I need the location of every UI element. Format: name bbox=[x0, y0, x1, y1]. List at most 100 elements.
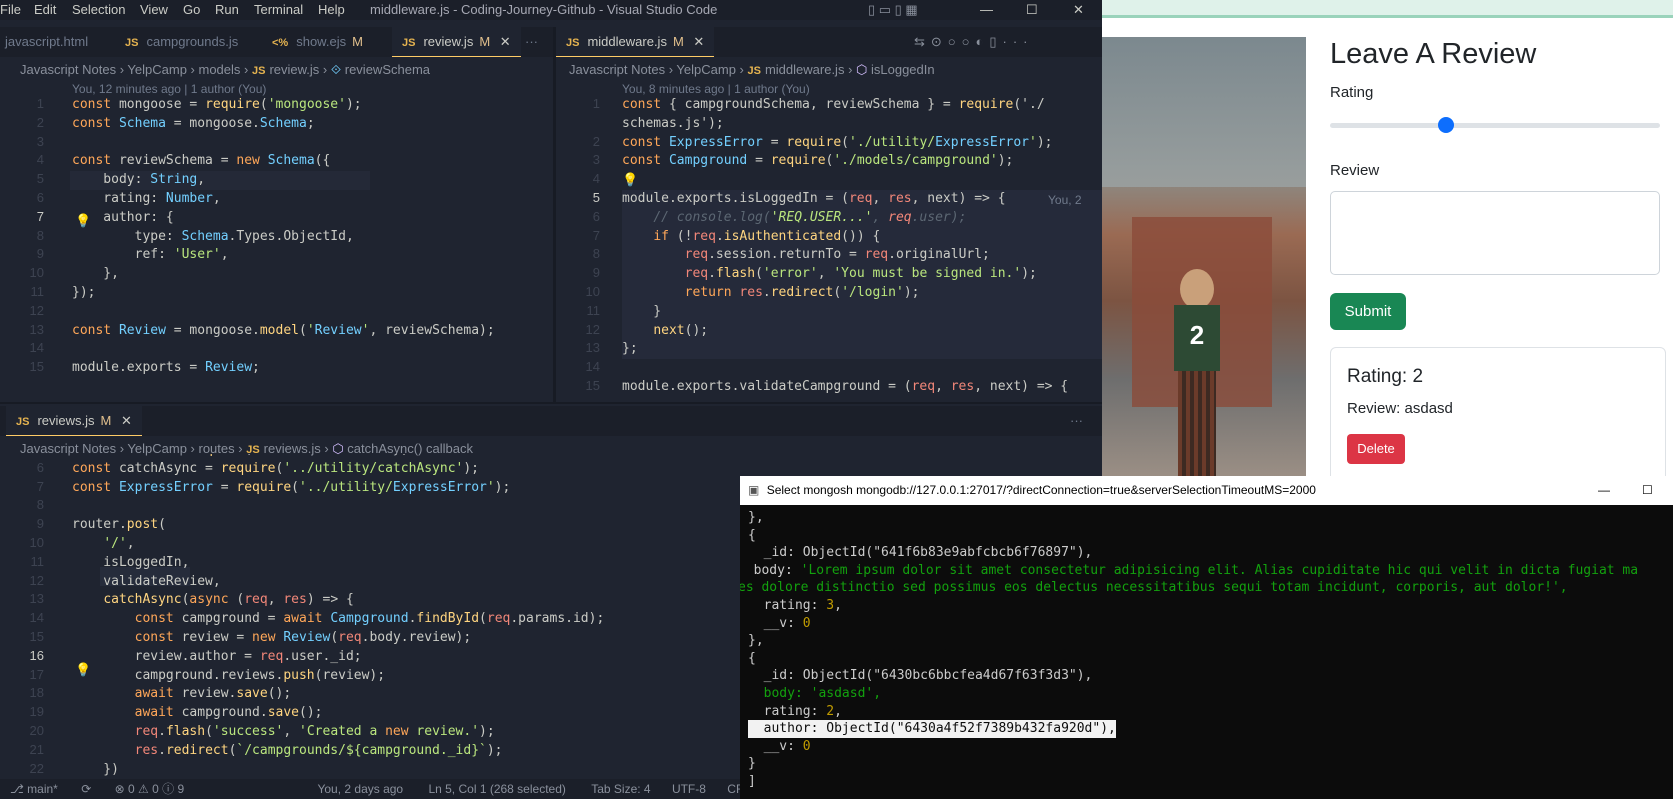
codelens-blame[interactable]: You, 8 minutes ago | 1 author (You) bbox=[622, 82, 810, 96]
rating-slider[interactable] bbox=[1330, 117, 1660, 133]
breadcrumb-item[interactable]: isLoggedIn bbox=[871, 62, 935, 77]
code-line[interactable]: const { campgroundSchema, reviewSchema }… bbox=[622, 96, 1068, 115]
more-actions-icon[interactable]: ··· bbox=[515, 27, 548, 57]
breadcrumb-item[interactable]: reviewSchema bbox=[345, 62, 430, 77]
code-line[interactable]: const catchAsync = require('../utility/c… bbox=[72, 460, 604, 479]
minimize-icon[interactable]: — bbox=[980, 2, 993, 17]
breadcrumb-item[interactable]: Javascript Notes bbox=[20, 62, 116, 77]
menu-go[interactable]: Go bbox=[183, 2, 200, 17]
close-tab-icon[interactable]: ✕ bbox=[121, 413, 132, 428]
code-line[interactable]: const campground = await Campground.find… bbox=[72, 610, 605, 629]
code-line[interactable] bbox=[72, 340, 495, 359]
code-line[interactable]: '/', bbox=[72, 535, 604, 554]
code-line[interactable]: type: Schema.Types.ObjectId, bbox=[72, 228, 495, 247]
code-line[interactable]: const Schema = mongoose.Schema; bbox=[72, 115, 495, 134]
code-line[interactable]: await review.save(); bbox=[72, 685, 604, 704]
code-line[interactable] bbox=[72, 134, 495, 153]
code-line[interactable]: const reviewSchema = new Schema({ bbox=[72, 152, 495, 171]
codelens-blame[interactable]: You, 12 minutes ago | 1 author (You) bbox=[72, 82, 266, 96]
code-text[interactable]: const Review = require('../models/review… bbox=[72, 454, 604, 779]
menu-terminal[interactable]: Terminal bbox=[254, 2, 303, 17]
code-line[interactable] bbox=[72, 303, 495, 322]
menu-file[interactable]: File bbox=[0, 2, 21, 17]
terminal-output[interactable]: },{ _id: ObjectId("641f6b83e9abfcbcb6f76… bbox=[740, 505, 1673, 799]
close-tab-icon[interactable]: ✕ bbox=[693, 34, 704, 49]
code-line[interactable]: campground.reviews.push(review); bbox=[72, 667, 604, 686]
breadcrumb-item[interactable]: YelpCamp bbox=[127, 62, 187, 77]
lightbulb-icon[interactable]: 💡 bbox=[75, 213, 91, 229]
code-line[interactable]: module.exports.validateCampground = (req… bbox=[622, 378, 1068, 397]
code-line[interactable]: }) bbox=[72, 761, 604, 779]
code-line[interactable]: body: String, bbox=[72, 171, 495, 190]
slider-thumb[interactable] bbox=[1437, 117, 1454, 133]
mongosh-terminal[interactable]: ▣ Select mongosh mongodb://127.0.0.1:270… bbox=[740, 476, 1673, 799]
code-line[interactable]: catchAsync(async (req, res) => { bbox=[72, 591, 604, 610]
breadcrumb-item[interactable]: YelpCamp bbox=[676, 62, 736, 77]
delete-button[interactable]: Delete bbox=[1347, 434, 1405, 464]
code-line[interactable]: schemas.js'); bbox=[622, 115, 1068, 134]
layout-toggle-icons[interactable]: ▯ ▭ ▯ ▦ bbox=[868, 2, 918, 18]
code-line[interactable]: ref: 'User', bbox=[72, 246, 495, 265]
code-line[interactable]: // console.log('REQ.USER...', req.user); bbox=[622, 209, 1068, 228]
tab-review-js[interactable]: JS review.js M ✕ bbox=[392, 27, 521, 57]
code-line[interactable]: }; bbox=[622, 340, 1068, 359]
code-line[interactable]: module.exports.isLoggedIn = (req, res, n… bbox=[622, 190, 1068, 209]
menu-help[interactable]: Help bbox=[318, 2, 345, 17]
tab-reviews-js[interactable]: JS reviews.js M ✕ bbox=[6, 406, 142, 436]
code-line[interactable]: const review = new Review(req.body.revie… bbox=[72, 629, 604, 648]
code-text[interactable]: const mongoose = require('mongoose'); con… bbox=[72, 96, 495, 378]
breadcrumb-item[interactable]: review.js bbox=[269, 62, 319, 77]
encoding[interactable]: UTF-8 bbox=[672, 782, 706, 796]
code-line[interactable]: const Review = mongoose.model('Review', … bbox=[72, 322, 495, 341]
problems-count[interactable]: ⊗ 0 ⚠ 0 ⓘ 9 bbox=[115, 782, 185, 796]
tab-javascript-html[interactable]: javascript.html bbox=[0, 27, 98, 57]
tab-show-ejs[interactable]: <% show.ejs M bbox=[262, 27, 373, 57]
code-line[interactable]: next(); bbox=[622, 322, 1068, 341]
code-line[interactable]: }, bbox=[72, 265, 495, 284]
maximize-icon[interactable]: ☐ bbox=[1642, 476, 1653, 505]
code-line[interactable] bbox=[622, 171, 1068, 190]
code-line[interactable]: req.session.returnTo = req.originalUrl; bbox=[622, 246, 1068, 265]
close-tab-icon[interactable]: ✕ bbox=[500, 34, 511, 49]
submit-button[interactable]: Submit bbox=[1330, 293, 1406, 330]
code-line[interactable]: req.flash('success', 'Created a new revi… bbox=[72, 723, 604, 742]
code-line[interactable]: validateReview, bbox=[72, 573, 604, 592]
code-line[interactable]: }); bbox=[72, 284, 495, 303]
code-line[interactable]: const Campground = require('./models/cam… bbox=[622, 152, 1068, 171]
code-line[interactable] bbox=[72, 497, 604, 516]
tab-campgrounds[interactable]: JS campgrounds.js bbox=[115, 27, 248, 57]
code-line[interactable]: if (!req.isAuthenticated()) { bbox=[622, 228, 1068, 247]
menu-edit[interactable]: Edit bbox=[34, 2, 56, 17]
code-line[interactable]: isLoggedIn, bbox=[72, 554, 604, 573]
git-branch-icon[interactable]: ⎇ bbox=[10, 782, 24, 796]
code-line[interactable]: review.author = req.user._id; bbox=[72, 648, 604, 667]
code-line[interactable]: req.flash('error', 'You must be signed i… bbox=[622, 265, 1068, 284]
code-line[interactable]: const ExpressError = require('../utility… bbox=[72, 479, 604, 498]
menu-selection[interactable]: Selection bbox=[72, 2, 125, 17]
sync-icon[interactable]: ⟳ bbox=[81, 782, 91, 796]
status-blame[interactable]: You, 2 days ago bbox=[317, 782, 403, 796]
code-line[interactable]: return res.redirect('/login'); bbox=[622, 284, 1068, 303]
code-line[interactable]: } bbox=[622, 303, 1068, 322]
breadcrumb-item[interactable]: models bbox=[199, 62, 241, 77]
minimize-icon[interactable]: — bbox=[1598, 476, 1610, 505]
code-line[interactable]: res.redirect(`/campgrounds/${campground.… bbox=[72, 742, 604, 761]
middleware-js-editor[interactable]: 1 2 3 4 5 6 7 8 9 10 11 12 13 14 15 const { campground… bbox=[556, 96, 1102, 402]
menu-view[interactable]: View bbox=[140, 2, 168, 17]
indentation[interactable]: Tab Size: 4 bbox=[591, 782, 650, 796]
code-line[interactable]: const mongoose = require('mongoose'); bbox=[72, 96, 495, 115]
git-branch[interactable]: main* bbox=[27, 782, 58, 796]
menu-run[interactable]: Run bbox=[215, 2, 239, 17]
code-line[interactable]: await campground.save(); bbox=[72, 704, 604, 723]
code-line[interactable]: router.post( bbox=[72, 516, 604, 535]
editor-action-icons[interactable]: ⇆⊙○○◐▯··· bbox=[904, 27, 1043, 57]
code-line[interactable]: author: { bbox=[72, 209, 495, 228]
lightbulb-icon[interactable]: 💡 bbox=[622, 172, 638, 188]
lightbulb-icon[interactable]: 💡 bbox=[75, 662, 91, 678]
cursor-position[interactable]: Ln 5, Col 1 (268 selected) bbox=[428, 782, 565, 796]
code-line[interactable]: rating: Number, bbox=[72, 190, 495, 209]
code-text[interactable]: const { campgroundSchema, reviewSchema }… bbox=[622, 96, 1068, 397]
more-actions-icon[interactable]: ··· bbox=[1060, 406, 1093, 436]
close-icon[interactable]: ✕ bbox=[1073, 2, 1084, 18]
breadcrumb-item[interactable]: Javascript Notes bbox=[569, 62, 665, 77]
